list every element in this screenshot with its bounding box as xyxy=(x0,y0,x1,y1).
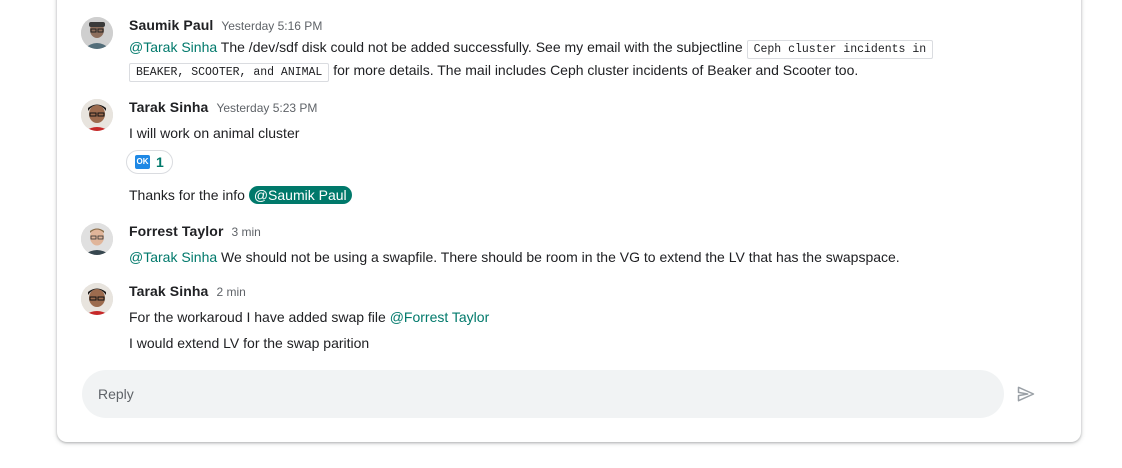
reply-input[interactable] xyxy=(82,370,1004,418)
message: Tarak Sinha Yesterday 5:23 PM I will wor… xyxy=(81,99,1041,206)
mention-link[interactable]: @Forrest Taylor xyxy=(390,309,490,325)
mention-chip[interactable]: @Saumik Paul xyxy=(248,186,352,204)
reaction-chip[interactable]: OK 1 xyxy=(126,150,173,174)
message-text: @Tarak Sinha We should not be using a sw… xyxy=(129,247,1041,268)
author-name: Forrest Taylor xyxy=(129,223,224,239)
message-text: Thanks for the info @Saumik Paul xyxy=(129,185,1041,206)
message-timestamp: 3 min xyxy=(231,225,261,239)
message-text: @Tarak Sinha The /dev/sdf disk could not… xyxy=(129,37,1041,83)
avatar-forrest-taylor[interactable] xyxy=(81,223,113,255)
message-text-segment: For the workaroud I have added swap file xyxy=(129,309,390,325)
avatar-tarak-sinha[interactable] xyxy=(81,283,113,315)
message-text-segment: We should not be using a swapfile. There… xyxy=(217,249,900,265)
message-text-segment: for more details. The mail includes Ceph… xyxy=(329,62,859,78)
author-name: Tarak Sinha xyxy=(129,283,209,299)
message-text-segment: Thanks for the info xyxy=(129,187,249,203)
author-name: Saumik Paul xyxy=(129,17,214,33)
avatar-saumik-paul[interactable] xyxy=(81,17,113,49)
message: Tarak Sinha 2 min For the workaroud I ha… xyxy=(81,283,1041,354)
message: Forrest Taylor 3 min @Tarak Sinha We sho… xyxy=(81,223,1041,268)
code-span: BEAKER, SCOOTER, and ANIMAL xyxy=(129,63,330,82)
avatar-tarak-sinha[interactable] xyxy=(81,99,113,131)
mention-link[interactable]: @Tarak Sinha xyxy=(129,249,217,265)
reaction-count: 1 xyxy=(156,154,164,170)
message-timestamp: Yesterday 5:16 PM xyxy=(221,19,323,33)
message-text-segment: The /dev/sdf disk could not be added suc… xyxy=(217,39,747,55)
message-timestamp: 2 min xyxy=(216,285,246,299)
author-name: Tarak Sinha xyxy=(129,99,209,115)
message-text: I would extend LV for the swap parition xyxy=(129,335,370,351)
message-text: For the workaroud I have added swap file… xyxy=(129,307,1041,328)
message-timestamp: Yesterday 5:23 PM xyxy=(216,101,318,115)
message: Saumik Paul Yesterday 5:16 PM @Tarak Sin… xyxy=(81,17,1041,83)
mention-link[interactable]: @Tarak Sinha xyxy=(129,39,217,55)
code-span: Ceph cluster incidents in xyxy=(746,40,934,59)
message-text: I will work on animal cluster xyxy=(129,125,300,141)
send-icon[interactable] xyxy=(1016,384,1036,404)
ok-emoji-icon: OK xyxy=(135,155,150,169)
thread-card: Saumik Paul Yesterday 5:16 PM @Tarak Sin… xyxy=(57,0,1081,442)
